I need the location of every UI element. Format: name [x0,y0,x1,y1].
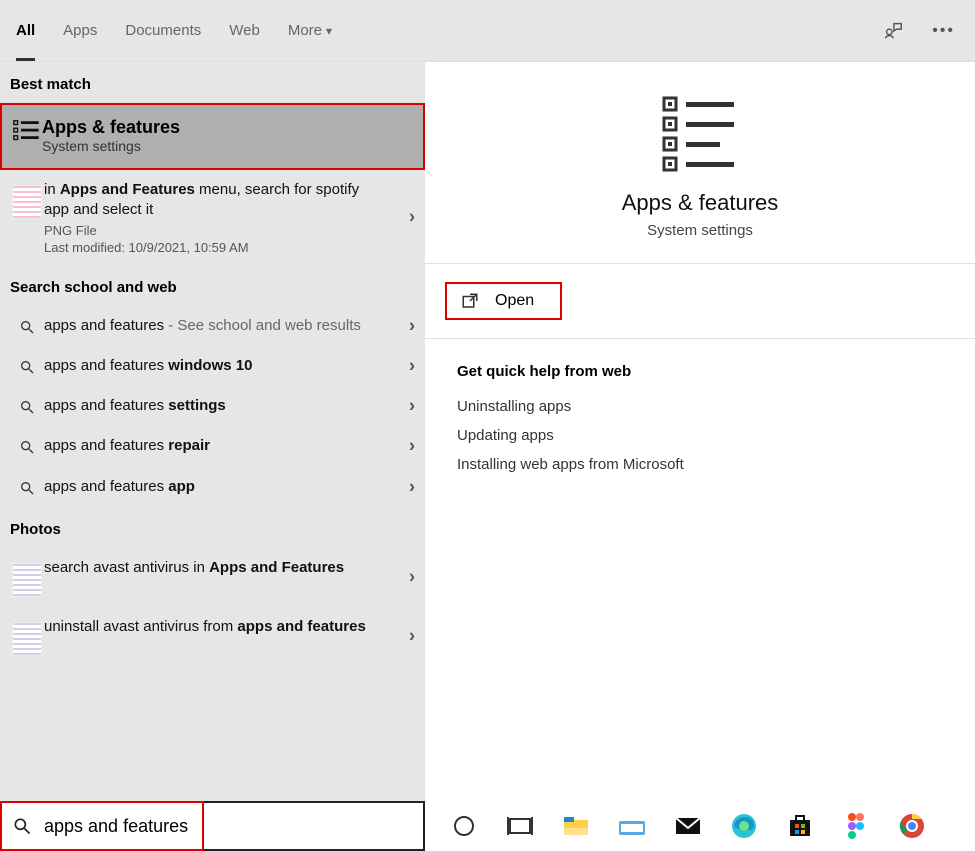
tab-web[interactable]: Web [229,0,260,61]
figma-icon[interactable] [841,811,871,841]
web-result-windows10[interactable]: apps and features windows 10 › [0,346,425,386]
search-icon [12,816,32,836]
tab-apps[interactable]: Apps [63,0,97,61]
search-input[interactable] [42,815,413,838]
web-result-label: apps and features settings [44,396,387,416]
file-result-modified: Last modified: 10/9/2021, 10:59 AM [44,240,387,255]
help-link-updating[interactable]: Updating apps [457,427,943,444]
help-section-title: Get quick help from web [457,363,943,380]
section-photos: Photos [0,507,425,548]
help-link-uninstalling[interactable]: Uninstalling apps [457,398,943,415]
open-button[interactable]: Open [445,282,562,320]
photo-result-uninstall-avast[interactable]: uninstall avast antivirus from apps and … [0,607,425,666]
chevron-right-icon: › [409,626,415,647]
detail-title: Apps & features [622,190,779,216]
tab-more[interactable]: More▾ [288,0,332,61]
photo-thumbnail-icon [12,622,42,656]
chevron-right-icon: › [409,207,415,228]
apps-features-list-icon [12,117,42,147]
search-icon [10,436,44,455]
tab-all[interactable]: All [16,0,35,61]
file-explorer-icon[interactable] [561,811,591,841]
help-link-installing-web-apps[interactable]: Installing web apps from Microsoft [457,456,943,473]
keyboard-icon[interactable] [617,811,647,841]
chevron-right-icon: › [409,315,415,336]
open-external-icon [461,292,479,310]
taskbar-search-box[interactable] [0,801,425,851]
open-label: Open [495,292,534,310]
task-view-icon[interactable] [505,811,535,841]
best-match-subtitle: System settings [42,138,180,154]
chevron-right-icon: › [409,436,415,457]
edge-icon[interactable] [729,811,759,841]
photo-result-label: search avast antivirus in Apps and Featu… [44,558,387,578]
detail-pane: Apps & features System settings Open Get… [425,62,975,851]
web-result-label: apps and features app [44,477,387,497]
file-result-title: in Apps and Features menu, search for sp… [44,180,387,221]
photo-result-search-avast[interactable]: search avast antivirus in Apps and Featu… [0,548,425,607]
cortana-icon[interactable] [449,811,479,841]
search-scope-tabs: All Apps Documents Web More▾ ••• [0,0,975,62]
search-icon [10,356,44,375]
best-match-result[interactable]: Apps & features System settings [0,103,425,170]
search-icon [10,316,44,335]
web-result-label: apps and features - See school and web r… [44,316,387,336]
photo-thumbnail-icon [12,563,42,597]
file-result-type: PNG File [44,223,387,238]
web-result-repair[interactable]: apps and features repair › [0,426,425,466]
section-search-web: Search school and web [0,265,425,306]
chevron-right-icon: › [409,355,415,376]
file-result[interactable]: in Apps and Features menu, search for sp… [0,170,425,265]
chevron-right-icon: › [409,476,415,497]
results-pane: Best match Apps & features System settin… [0,62,425,851]
photo-result-label: uninstall avast antivirus from apps and … [44,617,387,637]
more-icon[interactable]: ••• [932,22,955,40]
tab-documents[interactable]: Documents [125,0,201,61]
mail-icon[interactable] [673,811,703,841]
search-icon [10,477,44,496]
search-icon [10,396,44,415]
section-best-match: Best match [0,62,425,103]
detail-subtitle: System settings [647,222,753,239]
chrome-icon[interactable] [897,811,927,841]
chevron-right-icon: › [409,396,415,417]
web-result-settings[interactable]: apps and features settings › [0,386,425,426]
web-result-app[interactable]: apps and features app › [0,467,425,507]
web-result-label: apps and features windows 10 [44,356,387,376]
microsoft-store-icon[interactable] [785,811,815,841]
apps-features-large-icon [658,92,742,172]
chevron-right-icon: › [409,567,415,588]
file-thumbnail-icon [12,185,42,219]
web-result-see-results[interactable]: apps and features - See school and web r… [0,306,425,346]
feedback-icon[interactable] [882,20,904,42]
web-result-label: apps and features repair [44,436,387,456]
chevron-down-icon: ▾ [326,24,332,38]
best-match-title: Apps & features [42,117,180,138]
taskbar [0,801,975,851]
